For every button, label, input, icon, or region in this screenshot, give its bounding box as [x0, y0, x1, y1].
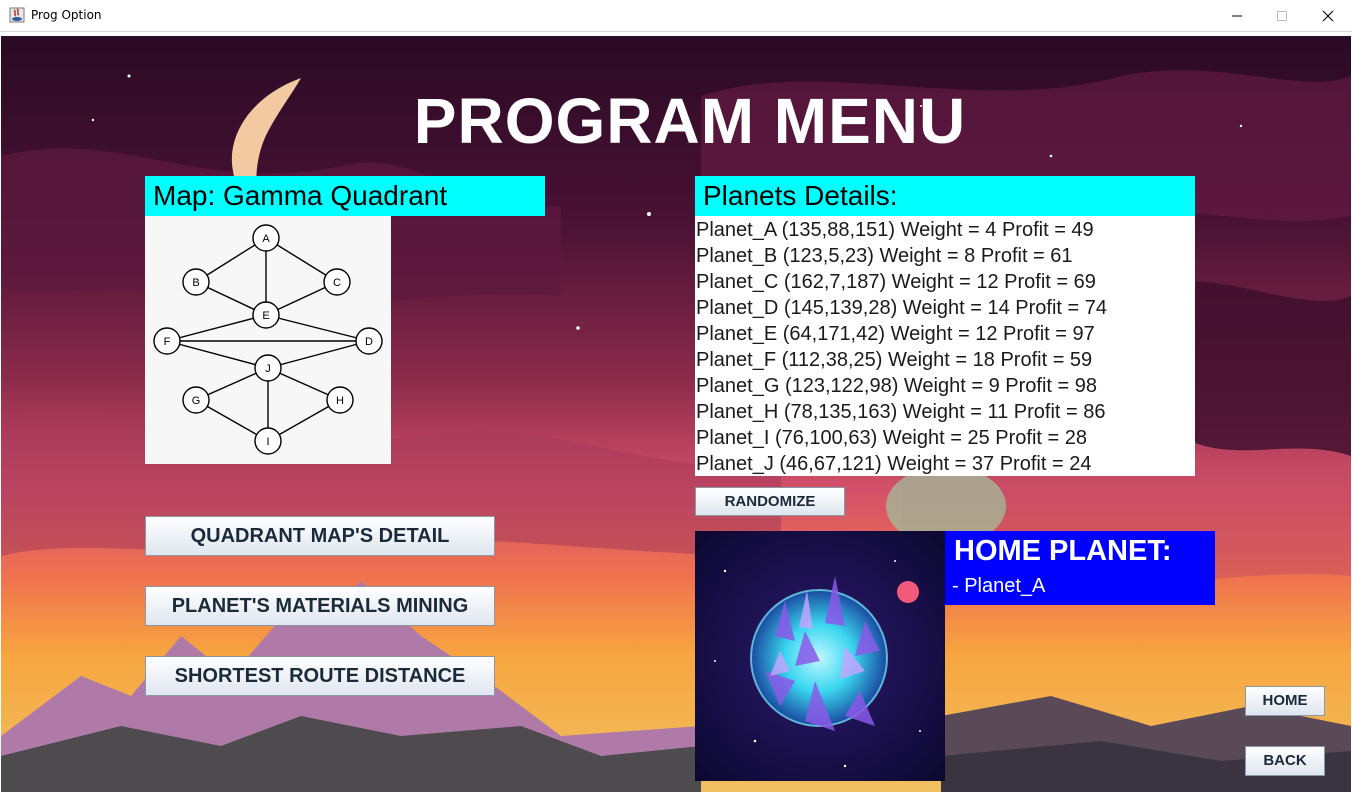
planet-row[interactable]: Planet_G (123,122,98) Weight = 9 Profit … — [695, 373, 1195, 399]
shortest-route-button[interactable]: SHORTEST ROUTE DISTANCE — [145, 656, 495, 696]
planet-row[interactable]: Planet_A (135,88,151) Weight = 4 Profit … — [695, 217, 1195, 243]
quadrant-map: A B C E F D J G H I — [145, 216, 391, 464]
graph-node-i: I — [254, 427, 282, 455]
graph-node-d: D — [355, 327, 383, 355]
graph-node-label: H — [336, 395, 344, 407]
planet-row[interactable]: Planet_J (46,67,121) Weight = 37 Profit … — [695, 451, 1195, 477]
minimize-button[interactable] — [1214, 0, 1260, 32]
home-planet-panel: HOME PLANET: - Planet_A — [945, 531, 1215, 605]
materials-mining-button[interactable]: PLANET'S MATERIALS MINING — [145, 586, 495, 626]
planets-details-list[interactable]: Planet_A (135,88,151) Weight = 4 Profit … — [695, 216, 1195, 476]
graph-node-label: I — [266, 436, 269, 448]
planet-row[interactable]: Planet_D (145,139,28) Weight = 14 Profit… — [695, 295, 1195, 321]
graph-node-a: A — [252, 224, 280, 252]
quadrant-map-detail-button[interactable]: QUADRANT MAP'S DETAIL — [145, 516, 495, 556]
planet-row[interactable]: Planet_I (76,100,63) Weight = 25 Profit … — [695, 425, 1195, 451]
home-planet-image — [695, 531, 945, 781]
planets-details-label: Planets Details: — [695, 176, 1195, 216]
planet-row[interactable]: Planet_F (112,38,25) Weight = 18 Profit … — [695, 347, 1195, 373]
close-button[interactable] — [1305, 0, 1351, 32]
graph-node-f: F — [153, 327, 181, 355]
page-title: PROGRAM MENU — [413, 85, 967, 157]
graph-node-label: E — [262, 310, 269, 322]
java-app-icon — [9, 7, 25, 23]
back-button[interactable]: BACK — [1245, 746, 1325, 776]
graph-node-h: H — [326, 386, 354, 414]
graph-node-label: B — [192, 277, 199, 289]
minimize-icon — [1232, 15, 1242, 17]
graph-node-label: G — [192, 395, 201, 407]
graph-node-label: J — [265, 363, 271, 375]
graph-node-b: B — [182, 268, 210, 296]
randomize-button[interactable]: RANDOMIZE — [695, 487, 845, 516]
planet-row[interactable]: Planet_H (78,135,163) Weight = 11 Profit… — [695, 399, 1195, 425]
home-planet-value: - Planet_A — [952, 575, 1046, 597]
planet-row[interactable]: Planet_E (64,171,42) Weight = 12 Profit … — [695, 321, 1195, 347]
graph-node-c: C — [323, 268, 351, 296]
graph-node-label: D — [365, 336, 373, 348]
home-button[interactable]: HOME — [1245, 686, 1325, 716]
graph-node-label: F — [164, 336, 171, 348]
close-icon — [1322, 10, 1334, 22]
planet-row[interactable]: Planet_B (123,5,23) Weight = 8 Profit = … — [695, 243, 1195, 269]
quadrant-graph-diagram: A B C E F D J G H I — [153, 224, 383, 455]
graph-node-label: A — [262, 233, 270, 245]
maximize-icon — [1277, 11, 1287, 21]
graph-node-g: G — [182, 386, 210, 414]
map-label: Map: Gamma Quadrant — [145, 176, 545, 216]
graph-node-j: J — [254, 354, 282, 382]
window-title-bar: Prog Option — [0, 0, 1352, 32]
planet-row[interactable]: Planet_C (162,7,187) Weight = 12 Profit … — [695, 269, 1195, 295]
crystal-planet-illustration — [695, 531, 945, 781]
maximize-button[interactable] — [1259, 0, 1305, 32]
window-title: Prog Option — [31, 8, 102, 22]
home-planet-title: HOME PLANET: — [954, 535, 1172, 567]
graph-node-label: C — [333, 277, 341, 289]
graph-node-e: E — [252, 301, 280, 329]
